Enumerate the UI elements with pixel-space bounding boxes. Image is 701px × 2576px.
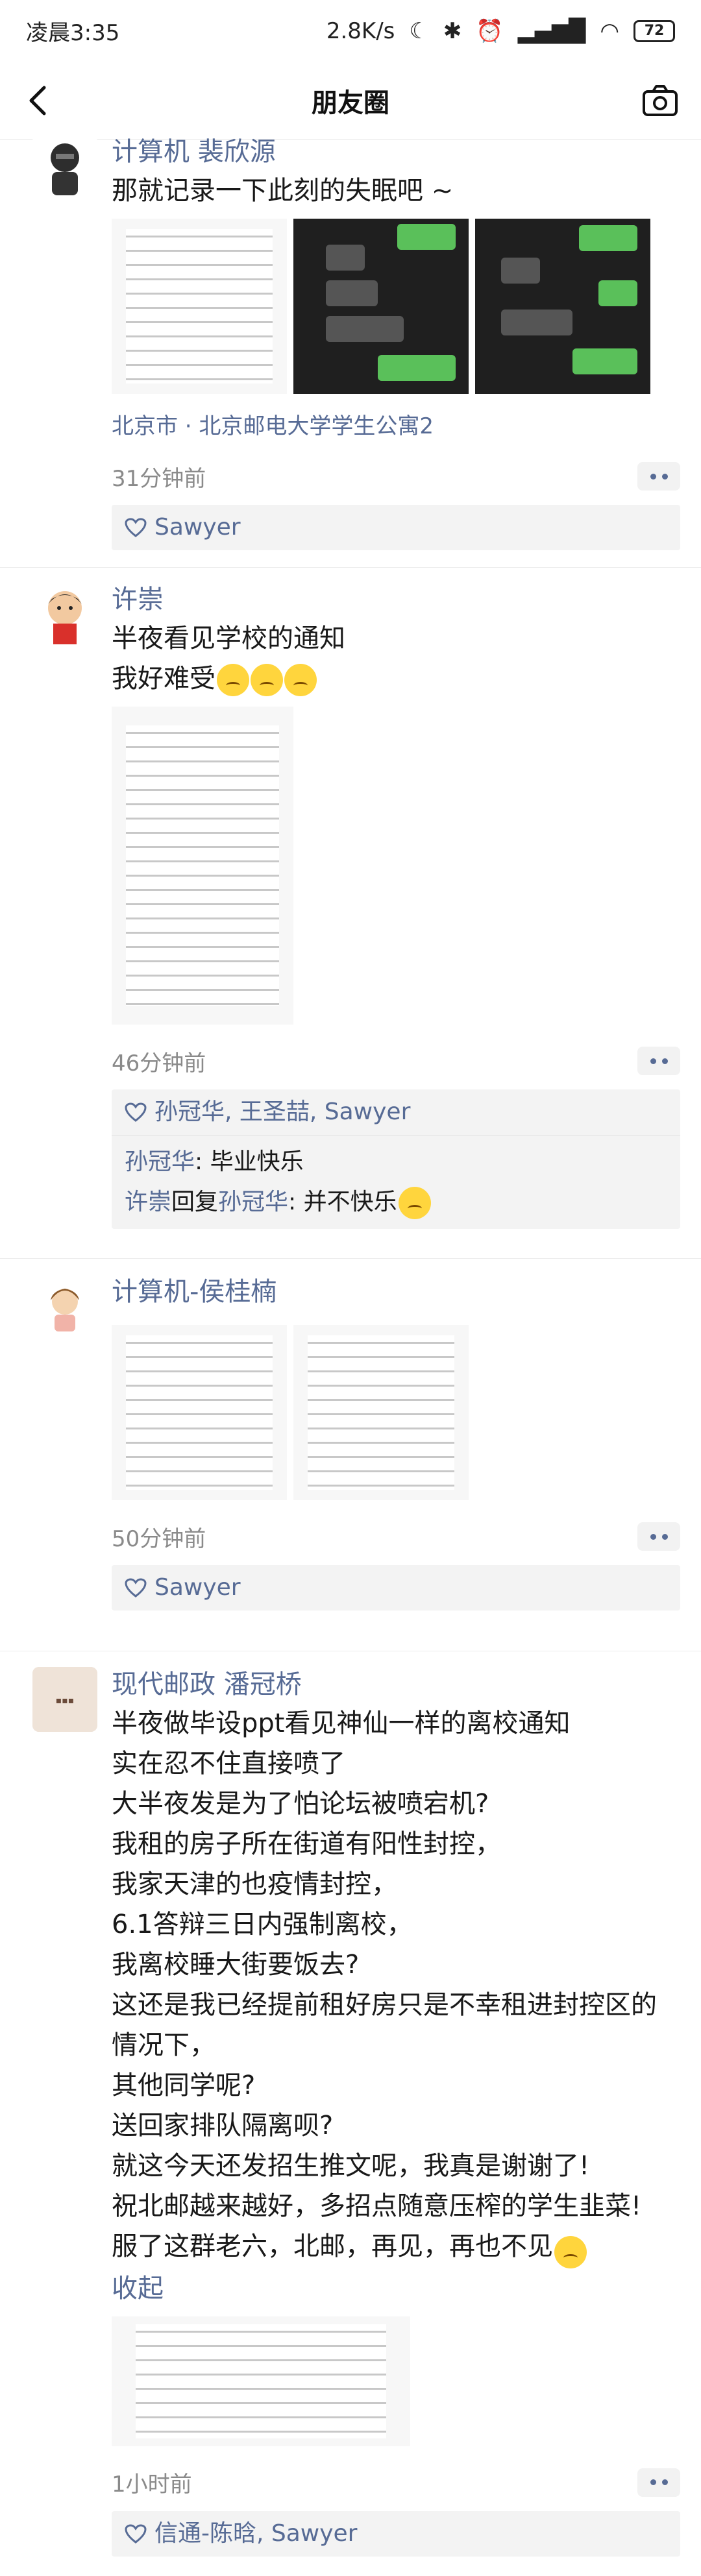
moment-post: 计算机 裴欣源 那就记录一下此刻的失眠吧 ~ 北京市 · 北京邮电大学学生公寓2… [0, 133, 701, 568]
image-grid [112, 707, 680, 1025]
avatar[interactable]: ▪▪▪ [32, 1667, 97, 1732]
heart-icon [125, 1102, 147, 1122]
post-time: 31分钟前 [112, 465, 206, 492]
status-bar: 凌晨3:35 2.8K/s ☾ ✱ ⏰ ▂▄▆█ ◠ 72 [0, 0, 701, 62]
likes-row: Sawyer [112, 1565, 680, 1610]
post-time: 46分钟前 [112, 1050, 206, 1076]
post-image[interactable] [112, 2316, 410, 2446]
reply-target[interactable]: 孙冠华 [218, 1189, 288, 1215]
likers-list[interactable]: Sawyer [154, 511, 241, 544]
poster-name[interactable]: 计算机 裴欣源 [112, 133, 680, 171]
post-image[interactable] [293, 1325, 469, 1500]
post-text-line: 我好难受 [112, 664, 215, 694]
comment-author[interactable]: 孙冠华 [125, 1148, 195, 1175]
post-image[interactable] [475, 219, 650, 394]
image-grid [112, 1325, 680, 1500]
likes-comments-box: Sawyer [112, 505, 680, 550]
heart-icon [125, 1578, 147, 1598]
image-grid [112, 219, 680, 394]
grin-emoji-icon [554, 2235, 587, 2268]
svg-text:▪▪▪: ▪▪▪ [56, 1695, 74, 1706]
moment-post: 计算机-侯桂楠 50分钟前 Sawyer [0, 1259, 701, 1651]
bluetooth-icon: ✱ [443, 18, 462, 44]
likes-comments-box: 孙冠华, 王圣喆, Sawyer 孙冠华: 毕业快乐 许崇回复孙冠华: 并不快乐 [112, 1089, 680, 1229]
more-actions-button[interactable] [637, 1047, 680, 1075]
more-actions-button[interactable] [637, 1522, 680, 1551]
avatar[interactable] [32, 134, 97, 199]
alarm-icon: ⏰ [476, 18, 504, 44]
image-grid [112, 2316, 680, 2446]
sad-face-emoji-icon [217, 664, 249, 696]
crying-face-emoji-icon [398, 1187, 431, 1219]
collapse-link[interactable]: 收起 [112, 2268, 680, 2309]
camera-icon[interactable] [641, 82, 679, 120]
moment-post: 许崇 半夜看见学校的通知 我好难受 46分钟前 孙冠华, 王圣喆, Sawyer… [0, 568, 701, 1259]
comment-text: : 毕业快乐 [195, 1148, 304, 1175]
post-image[interactable] [293, 219, 469, 394]
likes-comments-box: 信通-陈晗, Sawyer [112, 2510, 680, 2557]
comments-list: 孙冠华: 毕业快乐 许崇回复孙冠华: 并不快乐 [112, 1135, 680, 1229]
status-time: 凌晨3:35 [26, 20, 120, 46]
more-actions-button[interactable] [637, 2468, 680, 2497]
network-speed: 2.8K/s [326, 18, 395, 44]
likes-row: Sawyer [112, 505, 680, 550]
avatar[interactable] [32, 1274, 97, 1339]
poster-name[interactable]: 许崇 [112, 581, 680, 618]
post-image[interactable] [112, 1325, 287, 1500]
likers-list[interactable]: 信通-陈晗, Sawyer [154, 2518, 358, 2550]
heart-icon [125, 2523, 147, 2544]
heart-icon [125, 518, 147, 537]
post-image[interactable] [112, 219, 287, 394]
wifi-icon: ◠ [600, 18, 619, 44]
poster-name[interactable]: 计算机-侯桂楠 [112, 1273, 680, 1311]
location-link[interactable]: 北京市 · 北京邮电大学学生公寓2 [112, 408, 680, 440]
page-title: 朋友圈 [312, 88, 389, 118]
moment-post: ▪▪▪ 现代邮政 潘冠桥 半夜做毕设ppt看见神仙一样的离校通知 实在忍不住直接… [0, 1651, 701, 2576]
post-time: 50分钟前 [112, 1525, 206, 1552]
more-actions-button[interactable] [637, 462, 680, 491]
poster-name[interactable]: 现代邮政 潘冠桥 [112, 1666, 680, 1703]
battery-icon: 72 [633, 19, 675, 42]
reply-word: 回复 [171, 1189, 219, 1215]
comment-text: : 并不快乐 [288, 1189, 397, 1215]
likes-row: 孙冠华, 王圣喆, Sawyer [112, 1089, 680, 1135]
avatar[interactable] [32, 582, 97, 647]
likers-list[interactable]: Sawyer [154, 1572, 241, 1604]
post-text: 那就记录一下此刻的失眠吧 ~ [112, 176, 454, 206]
likes-comments-box: Sawyer [112, 1565, 680, 1610]
back-arrow-icon[interactable] [19, 81, 58, 120]
sad-face-emoji-icon [284, 664, 317, 696]
post-image[interactable] [112, 707, 293, 1025]
post-text-line: 半夜看见学校的通知 [112, 624, 345, 653]
post-time: 1小时前 [112, 2472, 192, 2497]
navigation-bar: 朋友圈 [0, 62, 701, 140]
comment[interactable]: 许崇回复孙冠华: 并不快乐 [125, 1182, 667, 1222]
post-text: 半夜做毕设ppt看见神仙一样的离校通知 实在忍不住直接喷了 大半夜发是为了怕论坛… [112, 1708, 657, 2261]
comment[interactable]: 孙冠华: 毕业快乐 [125, 1142, 667, 1182]
comment-author[interactable]: 许崇 [125, 1189, 171, 1215]
likes-row: 信通-陈晗, Sawyer [112, 2511, 680, 2557]
signal-icon: ▂▄▆█ [517, 18, 586, 44]
moon-icon: ☾ [409, 18, 429, 44]
sad-face-emoji-icon [251, 664, 283, 696]
likers-list[interactable]: 孙冠华, 王圣喆, Sawyer [154, 1096, 410, 1128]
moments-feed: 计算机 裴欣源 那就记录一下此刻的失眠吧 ~ 北京市 · 北京邮电大学学生公寓2… [0, 134, 701, 2576]
